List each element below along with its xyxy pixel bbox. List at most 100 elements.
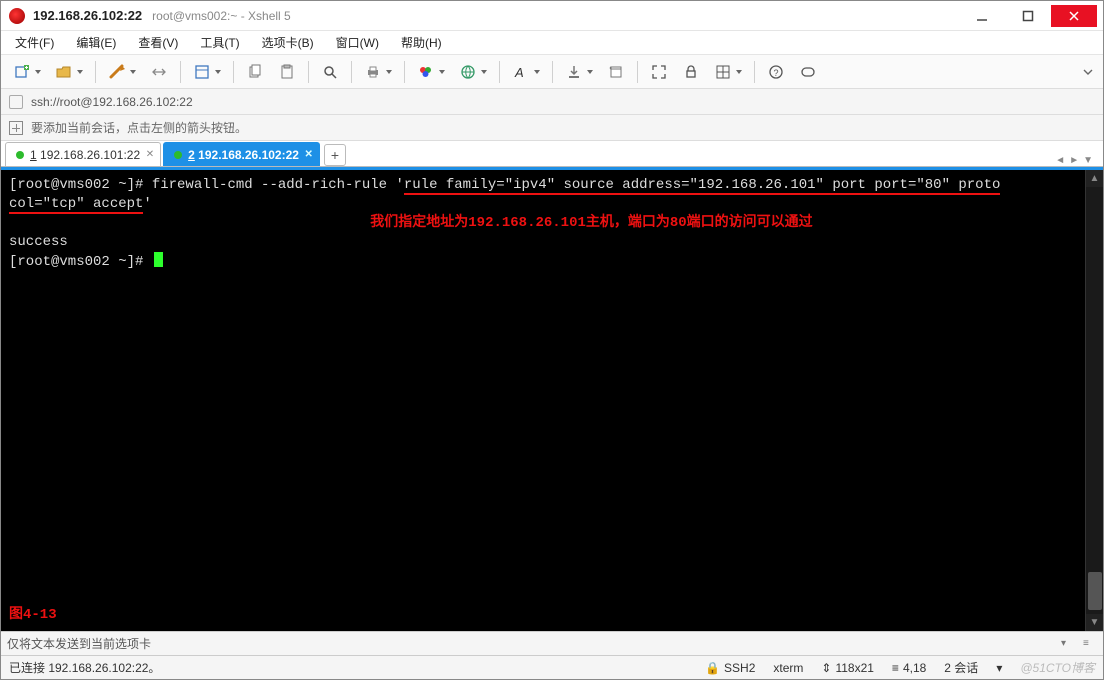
tab-label: 192.168.26.101:22 <box>40 148 140 162</box>
color-scheme-button[interactable] <box>413 59 449 85</box>
tab-num: 2 <box>188 148 195 162</box>
help-button[interactable]: ? <box>763 59 789 85</box>
toolbar-separator <box>180 61 181 83</box>
tab-scroll-right-icon[interactable]: ► <box>1069 155 1079 166</box>
svg-text:?: ? <box>774 68 779 78</box>
address-bar: ssh://root@192.168.26.102:22 <box>1 89 1103 115</box>
status-cursor-pos: ≡4,18 <box>892 661 926 675</box>
watermark: @51CTO博客 <box>1020 659 1095 676</box>
toolbar-separator <box>95 61 96 83</box>
fullscreen-button[interactable] <box>646 59 672 85</box>
lock-button[interactable] <box>678 59 704 85</box>
menu-bar: 文件(F) 编辑(E) 查看(V) 工具(T) 选项卡(B) 窗口(W) 帮助(… <box>1 31 1103 55</box>
session-tab-1[interactable]: 1 192.168.26.101:22 ✕ <box>5 142 161 166</box>
tab-label: 192.168.26.102:22 <box>198 148 299 162</box>
layout-button[interactable] <box>710 59 746 85</box>
open-session-button[interactable] <box>51 59 87 85</box>
status-caret-icon[interactable]: ▾ <box>996 661 1002 675</box>
menu-tools[interactable]: 工具(T) <box>196 32 243 53</box>
figure-caption: 图4-13 <box>9 606 57 625</box>
maximize-button[interactable] <box>1005 5 1051 27</box>
status-connection: 已连接 192.168.26.102:22。 <box>9 659 160 676</box>
scroll-down-icon[interactable]: ▼ <box>1090 614 1100 631</box>
terminal-wrap: [root@vms002 ~]# firewall-cmd --add-rich… <box>1 167 1103 631</box>
terminal-cmd-rule-2: col="tcp" accept <box>9 196 143 214</box>
script-button[interactable] <box>603 59 629 85</box>
session-tab-2[interactable]: 2 192.168.26.102:22 ✕ <box>163 142 320 166</box>
copy-button[interactable] <box>242 59 268 85</box>
window-title: 192.168.26.102:22 <box>33 8 142 23</box>
reconnect-button[interactable] <box>104 59 140 85</box>
scroll-up-icon[interactable]: ▲ <box>1090 170 1100 187</box>
status-size: ⇕ 118x21 <box>821 661 874 675</box>
compose-button[interactable] <box>795 59 821 85</box>
terminal-cmd-trailquote: ' <box>143 196 151 212</box>
title-bar: 192.168.26.102:22 root@vms002:~ - Xshell… <box>1 1 1103 31</box>
compose-bar: 仅将文本发送到当前选项卡 ▾ ≡ <box>1 631 1103 655</box>
print-button[interactable] <box>360 59 396 85</box>
transfer-button[interactable] <box>561 59 597 85</box>
terminal-scrollbar[interactable]: ▲ ▼ <box>1085 170 1103 631</box>
tab-scroll-left-icon[interactable]: ◄ <box>1055 155 1065 166</box>
font-button[interactable]: A <box>508 59 544 85</box>
toolbar-separator <box>499 61 500 83</box>
toolbar-separator <box>351 61 352 83</box>
terminal-cmd-rule-1: rule family="ipv4" source address="192.1… <box>404 177 1001 195</box>
app-icon <box>9 8 25 24</box>
toolbar-separator <box>552 61 553 83</box>
menu-window[interactable]: 窗口(W) <box>332 32 383 53</box>
terminal-prompt: [root@vms002 ~]# <box>9 177 152 193</box>
size-icon: ⇕ <box>821 661 831 675</box>
window-subtitle: root@vms002:~ - Xshell 5 <box>152 9 291 23</box>
minimize-button[interactable] <box>959 5 1005 27</box>
scroll-thumb[interactable] <box>1088 572 1102 610</box>
compose-input[interactable]: 仅将文本发送到当前选项卡 <box>7 635 1053 652</box>
tab-num: 1 <box>30 148 37 162</box>
toolbar-separator <box>233 61 234 83</box>
toolbar: A ? <box>1 55 1103 89</box>
address-icon <box>9 95 23 109</box>
status-termtype: xterm <box>773 661 803 675</box>
properties-button[interactable] <box>189 59 225 85</box>
menu-file[interactable]: 文件(F) <box>11 32 58 53</box>
toolbar-separator <box>404 61 405 83</box>
status-ssh: 🔒 SSH2 <box>705 661 755 675</box>
menu-options[interactable]: 选项卡(B) <box>258 32 318 53</box>
terminal-prompt-2: [root@vms002 ~]# <box>9 254 152 270</box>
toolbar-separator <box>637 61 638 83</box>
scroll-track[interactable] <box>1086 187 1103 614</box>
address-text[interactable]: ssh://root@192.168.26.102:22 <box>31 95 193 109</box>
terminal-annotation: 我们指定地址为192.168.26.101主机，端口为80端口的访问可以通过 <box>370 215 812 231</box>
status-bar: 已连接 192.168.26.102:22。 🔒 SSH2 xterm ⇕ 11… <box>1 655 1103 679</box>
tab-close-icon[interactable]: ✕ <box>146 149 154 160</box>
terminal-output-success: success <box>9 234 68 250</box>
status-dot-icon <box>16 151 24 159</box>
svg-text:A: A <box>514 65 524 80</box>
paste-button[interactable] <box>274 59 300 85</box>
terminal-cursor <box>154 252 163 267</box>
close-button[interactable] <box>1051 5 1097 27</box>
compose-scroll-icon[interactable]: ≡ <box>1083 638 1097 649</box>
tab-list-dropdown-icon[interactable]: ▼ <box>1083 155 1093 166</box>
new-tab-button[interactable]: + <box>324 144 346 166</box>
find-button[interactable] <box>317 59 343 85</box>
toolbar-separator <box>308 61 309 83</box>
encoding-button[interactable] <box>455 59 491 85</box>
lock-icon: 🔒 <box>705 661 720 675</box>
menu-view[interactable]: 查看(V) <box>134 32 182 53</box>
session-tabstrip: 1 192.168.26.101:22 ✕ 2 192.168.26.102:2… <box>1 141 1103 167</box>
hint-bar: 要添加当前会话，点击左侧的箭头按钮。 <box>1 115 1103 141</box>
hint-text: 要添加当前会话，点击左侧的箭头按钮。 <box>31 119 247 136</box>
compose-dropdown-icon[interactable]: ▾ <box>1061 638 1075 649</box>
menu-help[interactable]: 帮助(H) <box>397 32 446 53</box>
tab-close-icon[interactable]: ✕ <box>305 149 313 160</box>
terminal[interactable]: [root@vms002 ~]# firewall-cmd --add-rich… <box>1 170 1085 631</box>
new-session-button[interactable] <box>9 59 45 85</box>
add-session-icon[interactable] <box>9 121 23 135</box>
menu-edit[interactable]: 编辑(E) <box>72 32 120 53</box>
status-dot-icon <box>174 151 182 159</box>
toolbar-overflow-button[interactable] <box>1081 67 1095 77</box>
terminal-cmd-plain: firewall-cmd --add-rich-rule ' <box>152 177 404 193</box>
toolbar-separator <box>754 61 755 83</box>
disconnect-button[interactable] <box>146 59 172 85</box>
